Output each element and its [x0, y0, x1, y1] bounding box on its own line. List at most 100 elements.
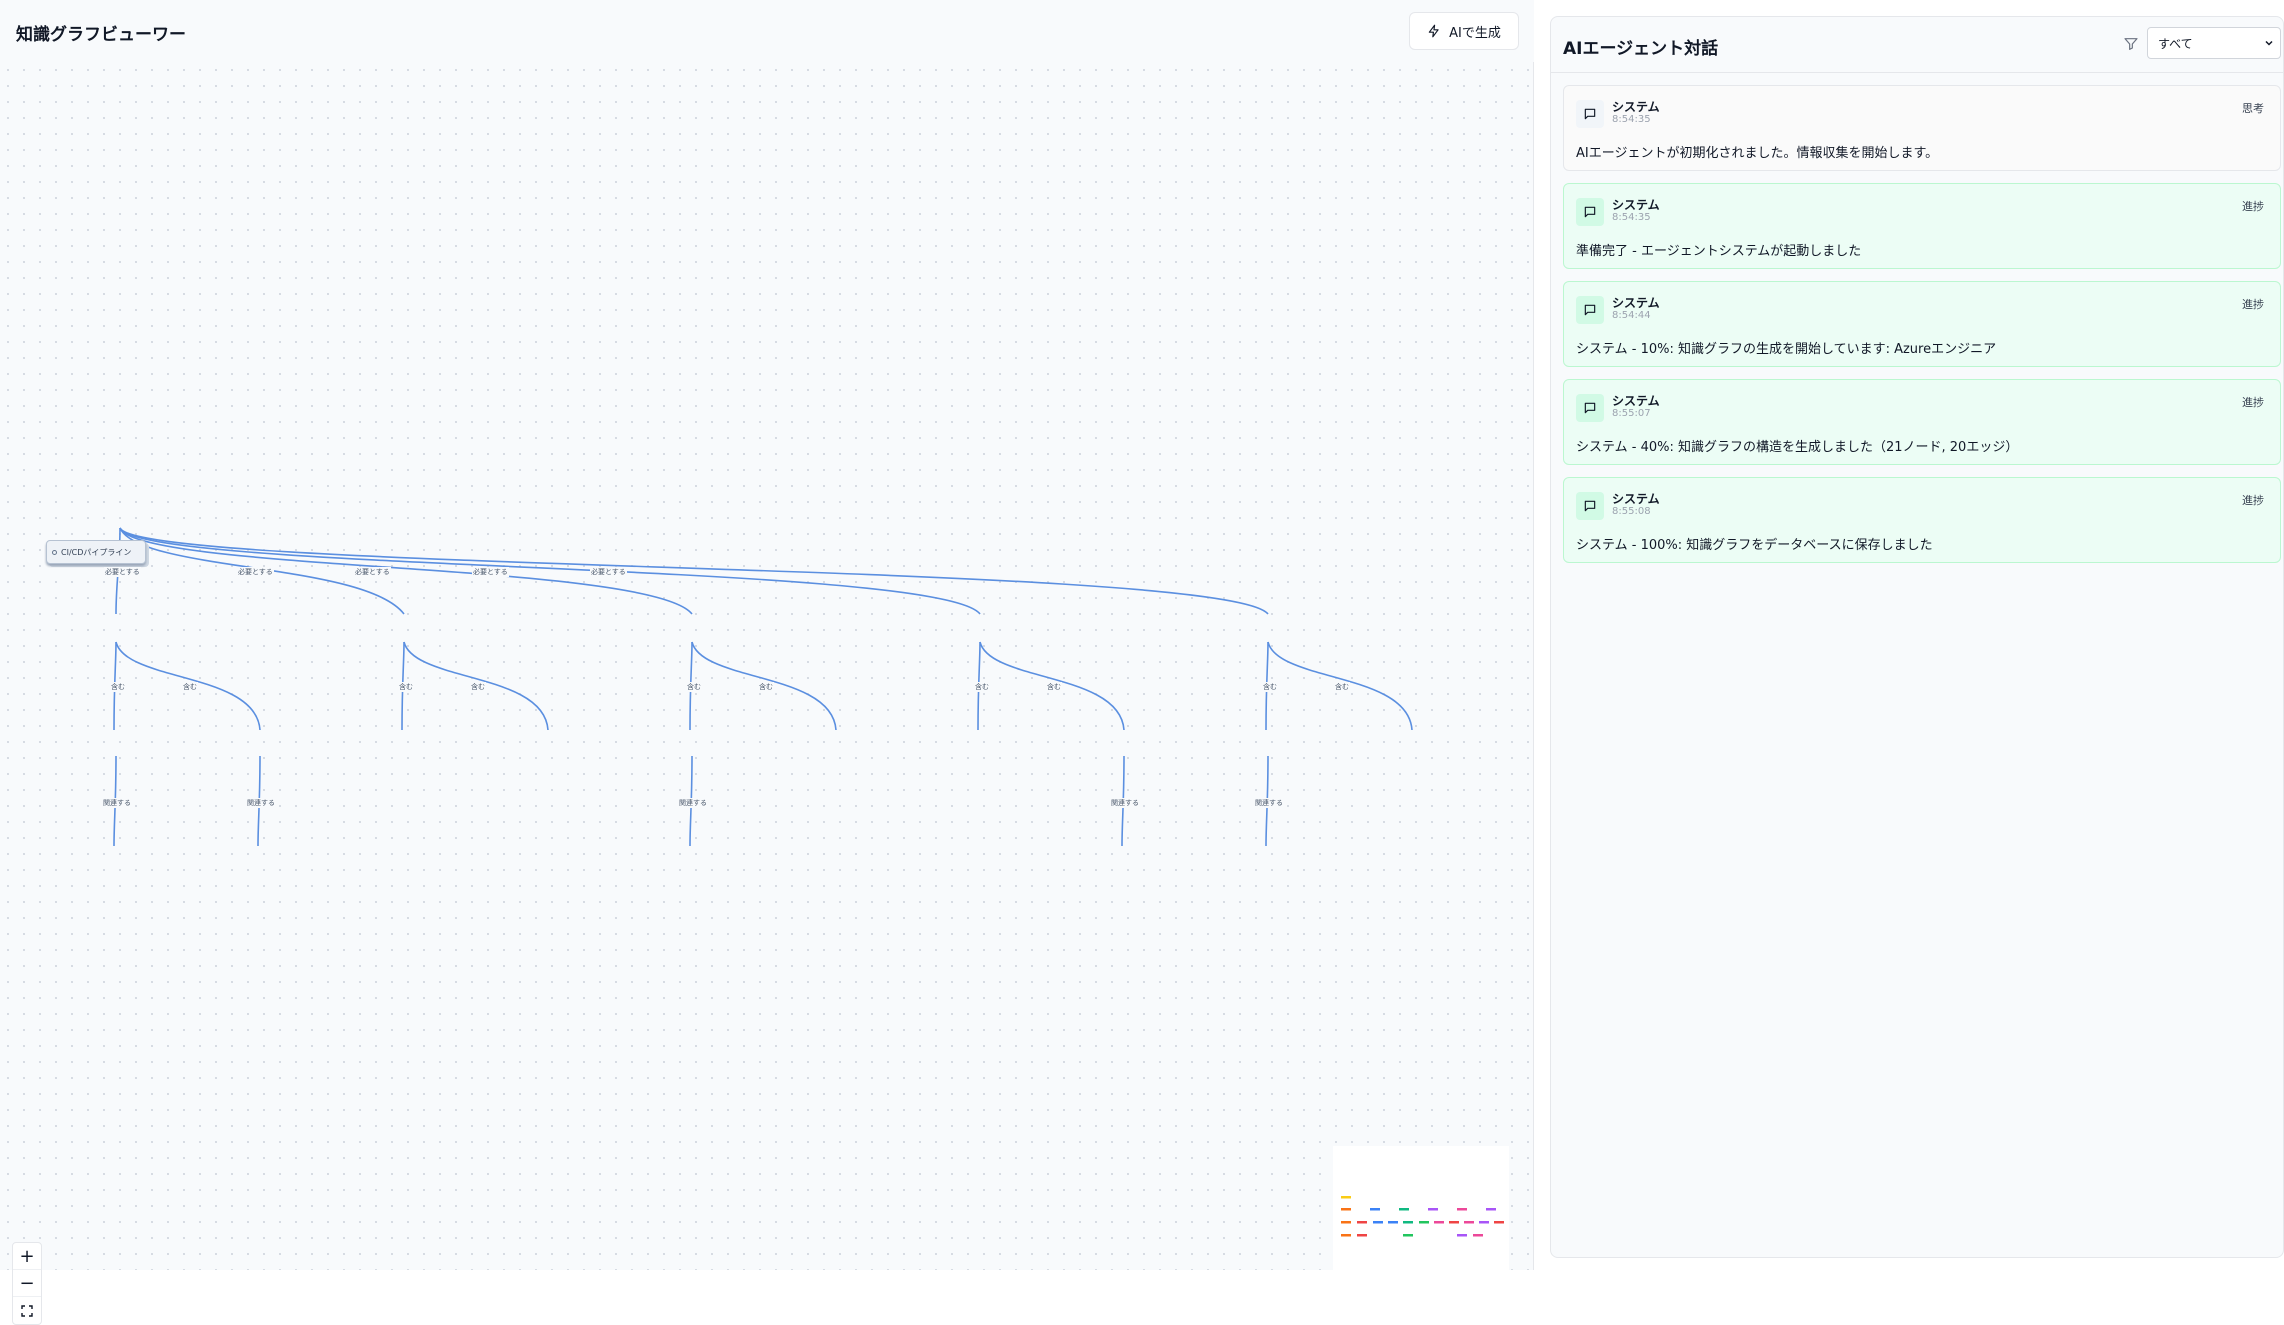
- message-tag: 進捗: [2242, 494, 2264, 507]
- minimap-node: [1479, 1221, 1489, 1224]
- message-card: システム 8:54:35 進捗準備完了 - エージェントシステムが起動しました: [1563, 183, 2281, 269]
- viewer-header: 知識グラフビューワー AIで生成: [0, 0, 1534, 62]
- minimap-node: [1357, 1234, 1367, 1237]
- minimap-node: [1388, 1221, 1398, 1224]
- message-time: 8:54:35: [1612, 212, 1651, 223]
- message-tag: 進捗: [2242, 200, 2264, 213]
- minimap-node: [1457, 1234, 1467, 1237]
- minimap-node: [1428, 1208, 1438, 1211]
- minimap-node: [1419, 1221, 1429, 1224]
- minimap-node: [1494, 1221, 1504, 1224]
- minimap-node: [1357, 1221, 1367, 1224]
- message-card: システム 8:55:07 進捗システム - 40%: 知識グラフの構造を生成しました…: [1563, 379, 2281, 465]
- message-icon: [1576, 492, 1604, 520]
- edge-label-includes: 含む: [182, 682, 198, 692]
- message-card: システム 8:54:44 進捗システム - 10%: 知識グラフの生成を開始していま…: [1563, 281, 2281, 367]
- message-text: システム - 10%: 知識グラフの生成を開始しています: Azureエンジニア: [1576, 342, 1997, 357]
- edge-label-related: 関連する: [246, 798, 276, 808]
- message-text: システム - 100%: 知識グラフをデータベースに保存しました: [1576, 538, 1933, 553]
- message-sender: システム: [1612, 296, 1660, 310]
- graph-node-root[interactable]: CI/CDパイプライン: [46, 540, 146, 564]
- edge-label-requires: 必要とする: [104, 567, 141, 577]
- message-sender: システム: [1612, 394, 1660, 408]
- message-icon: [1576, 198, 1604, 226]
- edge-label-includes: 含む: [1046, 682, 1062, 692]
- agent-panel: AIエージェント対話 すべて システム 8:54:35 思考 AIエージェントが初期化…: [1550, 16, 2284, 1258]
- root-node-label: CI/CDパイプライン: [61, 547, 132, 557]
- edge-label-requires: 必要とする: [237, 567, 274, 577]
- minimap-node: [1486, 1208, 1496, 1211]
- app-root: 知識グラフビューワー AIで生成 CI/CDパイプライン 必要とする 必要とする 必…: [0, 0, 2284, 1325]
- lightning-icon: [1428, 24, 1439, 38]
- minimap-node: [1341, 1221, 1351, 1224]
- minimap-node: [1399, 1208, 1409, 1211]
- filter-select-value: すべて: [2158, 36, 2193, 51]
- message-tag: 思考: [2242, 102, 2264, 115]
- minimap-node: [1341, 1208, 1351, 1211]
- zoom-controls: + −: [12, 1242, 42, 1325]
- edge-label-includes: 含む: [686, 682, 702, 692]
- graph-viewer: 知識グラフビューワー AIで生成 CI/CDパイプライン 必要とする 必要とする 必…: [0, 0, 1534, 1325]
- zoom-out-button[interactable]: −: [13, 1270, 41, 1297]
- panel-title: AIエージェント対話: [1563, 39, 1719, 59]
- edge-label-requires: 必要とする: [354, 567, 391, 577]
- message-list: システム 8:54:35 思考 AIエージェントが初期化されました。情報収集を開始しま…: [1563, 85, 2281, 575]
- message-card: システム 8:55:08 進捗システム - 100%: 知識グラフをデータベースに保…: [1563, 477, 2281, 563]
- minimap-node: [1341, 1196, 1351, 1199]
- message-tag: 進捗: [2242, 298, 2264, 311]
- message-text: AIエージェントが初期化されました。情報収集を開始します。: [1576, 146, 1939, 161]
- message-text: システム - 40%: 知識グラフの構造を生成しました（21ノード, 20エッジ…: [1576, 440, 2019, 455]
- message-tag: 進捗: [2242, 396, 2264, 409]
- node-handle-icon: [52, 550, 57, 555]
- minimap-node: [1434, 1221, 1444, 1224]
- message-card: システム 8:54:35 思考 AIエージェントが初期化されました。情報収集を開始しま…: [1563, 85, 2281, 171]
- edge-label-includes: 含む: [398, 682, 414, 692]
- message-sender: システム: [1612, 198, 1660, 212]
- edge-label-requires: 必要とする: [590, 567, 627, 577]
- minimap-node: [1464, 1221, 1474, 1224]
- edge-label-includes: 含む: [1334, 682, 1350, 692]
- message-icon: [1576, 394, 1604, 422]
- edge-label-related: 関連する: [1110, 798, 1140, 808]
- minimap-node: [1373, 1221, 1383, 1224]
- edge-label-related: 関連する: [102, 798, 132, 808]
- edge-label-requires: 必要とする: [472, 567, 509, 577]
- edge-requires: [119, 527, 1269, 615]
- graph-edges: [113, 527, 1413, 847]
- edge-label-includes: 含む: [470, 682, 486, 692]
- filter-select[interactable]: すべて: [2147, 27, 2281, 59]
- fit-view-button[interactable]: [13, 1297, 41, 1324]
- message-time: 8:55:07: [1612, 408, 1651, 419]
- filter-icon: [2124, 38, 2138, 50]
- minimap-node: [1341, 1234, 1351, 1237]
- chevron-down-icon: [2265, 40, 2273, 46]
- minimap-node: [1370, 1208, 1380, 1211]
- edge-label-includes: 含む: [1262, 682, 1278, 692]
- minimap-node: [1449, 1221, 1459, 1224]
- ai-generate-button[interactable]: AIで生成: [1409, 12, 1519, 50]
- graph-canvas[interactable]: CI/CDパイプライン 必要とする 必要とする 必要とする 必要とする 必要とする含む 含…: [0, 62, 1534, 1325]
- edge-label-includes: 含む: [758, 682, 774, 692]
- panel-header: AIエージェント対話 すべて: [1551, 17, 2284, 73]
- edge-label-includes: 含む: [974, 682, 990, 692]
- message-icon: [1576, 296, 1604, 324]
- edge-label-related: 関連する: [678, 798, 708, 808]
- message-time: 8:54:44: [1612, 310, 1651, 321]
- message-sender: システム: [1612, 100, 1660, 114]
- minimap-node: [1473, 1234, 1483, 1237]
- minimap-node: [1403, 1221, 1413, 1224]
- minimap-node: [1403, 1234, 1413, 1237]
- edge-label-includes: 含む: [110, 682, 126, 692]
- fit-view-icon: [21, 1304, 33, 1317]
- minimap[interactable]: [1333, 1146, 1509, 1270]
- page-title: 知識グラフビューワー: [16, 25, 186, 45]
- zoom-in-button[interactable]: +: [13, 1243, 41, 1270]
- message-time: 8:55:08: [1612, 506, 1651, 517]
- message-sender: システム: [1612, 492, 1660, 506]
- ai-generate-label: AIで生成: [1449, 25, 1501, 41]
- message-icon: [1576, 100, 1604, 128]
- message-time: 8:54:35: [1612, 114, 1651, 125]
- minimap-node: [1457, 1208, 1467, 1211]
- message-text: 準備完了 - エージェントシステムが起動しました: [1576, 244, 1862, 259]
- edge-label-related: 関連する: [1254, 798, 1284, 808]
